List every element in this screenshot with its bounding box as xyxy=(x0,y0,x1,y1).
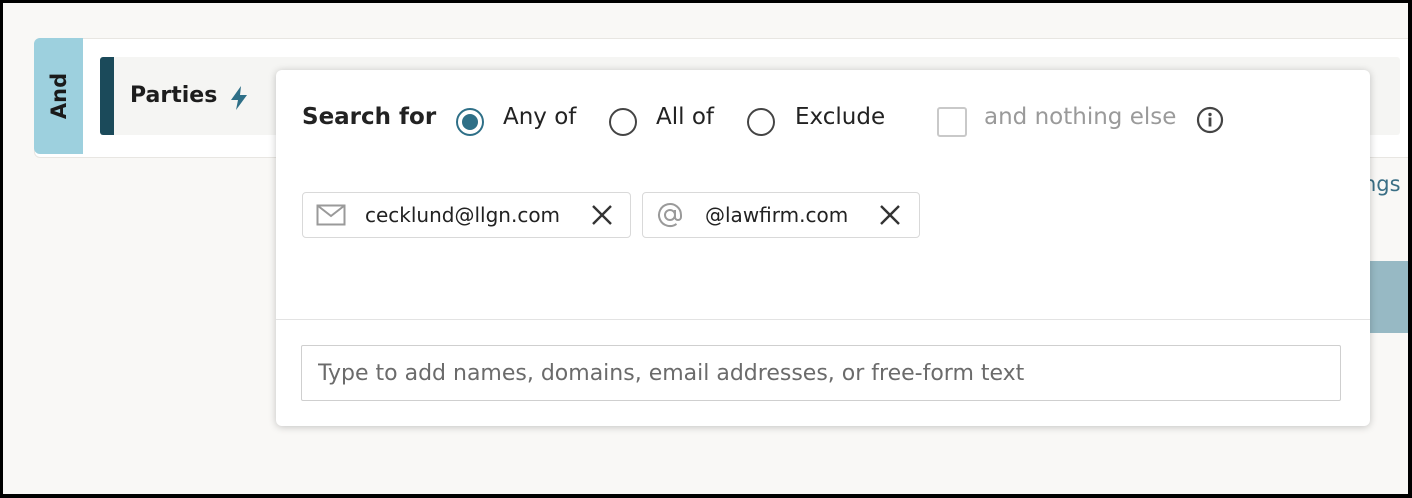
search-for-label: Search for xyxy=(302,104,437,130)
radio-any-of-label[interactable]: Any of xyxy=(503,104,576,130)
party-chip: @lawfirm.com xyxy=(642,192,920,238)
radio-any-of[interactable] xyxy=(456,108,484,136)
close-icon[interactable] xyxy=(879,204,901,226)
party-chip-text: @lawfirm.com xyxy=(705,203,849,227)
parties-filter-accent-bar xyxy=(100,57,114,135)
info-icon[interactable] xyxy=(1196,106,1224,134)
lightning-bolt-icon xyxy=(231,86,247,110)
parties-filter-title: Parties xyxy=(130,83,218,108)
and-nothing-else-label: and nothing else xyxy=(984,104,1177,130)
and-nothing-else-checkbox[interactable] xyxy=(937,107,967,137)
parties-search-popover: Search for Any of All of Exclude and not… xyxy=(276,70,1370,426)
radio-all-of-label[interactable]: All of xyxy=(656,104,714,130)
radio-exclude-label[interactable]: Exclude xyxy=(795,104,885,130)
radio-exclude[interactable] xyxy=(747,108,775,136)
close-icon[interactable] xyxy=(591,204,613,226)
app-canvas: And Parties ngs Search for Any of All of… xyxy=(3,3,1408,494)
party-search-input[interactable] xyxy=(301,345,1341,401)
radio-all-of[interactable] xyxy=(609,108,637,136)
and-operator-tab[interactable]: And xyxy=(34,38,83,154)
at-sign-icon xyxy=(658,203,682,227)
envelope-icon xyxy=(316,204,346,226)
and-operator-label: And xyxy=(46,72,71,120)
popover-divider xyxy=(276,319,1370,320)
party-chip: cecklund@llgn.com xyxy=(302,192,631,238)
party-chip-text: cecklund@llgn.com xyxy=(365,203,561,227)
